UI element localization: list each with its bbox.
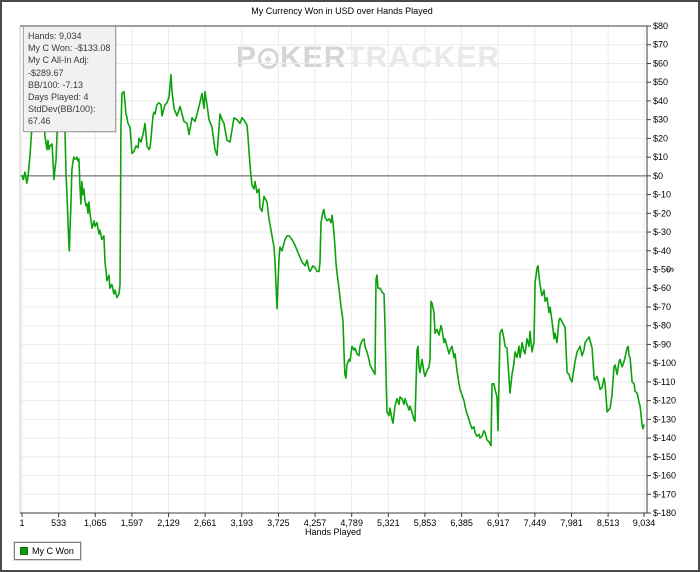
y-tick-label: $-90 bbox=[653, 339, 671, 349]
y-tick-label: $-40 bbox=[653, 246, 671, 256]
y-tick-label: $-150 bbox=[653, 452, 676, 462]
stats-line: My C All-In Adj: -$289.67 bbox=[28, 55, 90, 78]
y-tick-label: $-140 bbox=[653, 433, 676, 443]
hover-stats-box: Hands: 9,034 My C Won: -$133.08 My C All-I… bbox=[23, 26, 116, 132]
stats-line: StdDev(BB/100): 67.46 bbox=[28, 104, 96, 127]
y-tick-label: $-10 bbox=[653, 190, 671, 200]
y-tick-label: $80 bbox=[653, 21, 668, 31]
y-tick-label: $-120 bbox=[653, 396, 676, 406]
legend-box[interactable]: My C Won bbox=[14, 542, 81, 560]
y-tick-label: $10 bbox=[653, 152, 668, 162]
y-tick-label: $-100 bbox=[653, 358, 676, 368]
y-tick-label: $-110 bbox=[653, 377, 675, 387]
y-tick-label: $-180 bbox=[653, 508, 676, 518]
graph-window: My Currency Won in USD over Hands Played… bbox=[0, 0, 700, 572]
y-tick-label: $0 bbox=[653, 171, 663, 181]
y-tick-label: $50 bbox=[653, 77, 668, 87]
y-tick-label: $60 bbox=[653, 58, 668, 68]
y-tick-label: $-70 bbox=[653, 302, 671, 312]
x-axis-title: Hands Played bbox=[304, 527, 362, 537]
stats-line: Hands: 9,034 bbox=[28, 31, 82, 41]
legend-swatch-icon bbox=[20, 547, 28, 555]
y-tick-label: $-80 bbox=[653, 321, 671, 331]
y-tick-label: $30 bbox=[653, 115, 668, 125]
stats-line: My C Won: -$133.08 bbox=[28, 43, 111, 54]
y-tick-label: $-170 bbox=[653, 489, 676, 499]
y-tick-label: $-30 bbox=[653, 227, 671, 237]
stats-line: Days Played: 4 bbox=[28, 92, 89, 103]
y-tick-label: $-20 bbox=[653, 208, 671, 218]
stats-line: BB/100: -7.13 bbox=[28, 79, 84, 90]
y-tick-label: $70 bbox=[653, 40, 668, 50]
legend-label: My C Won bbox=[32, 546, 74, 556]
y-tick-label: $40 bbox=[653, 96, 668, 106]
y-tick-label: $20 bbox=[653, 133, 668, 143]
y-axis-unit: $ bbox=[665, 267, 676, 273]
y-tick-label: $-130 bbox=[653, 414, 676, 424]
y-tick-label: $-60 bbox=[653, 283, 671, 293]
y-tick-label: $-160 bbox=[653, 471, 676, 481]
